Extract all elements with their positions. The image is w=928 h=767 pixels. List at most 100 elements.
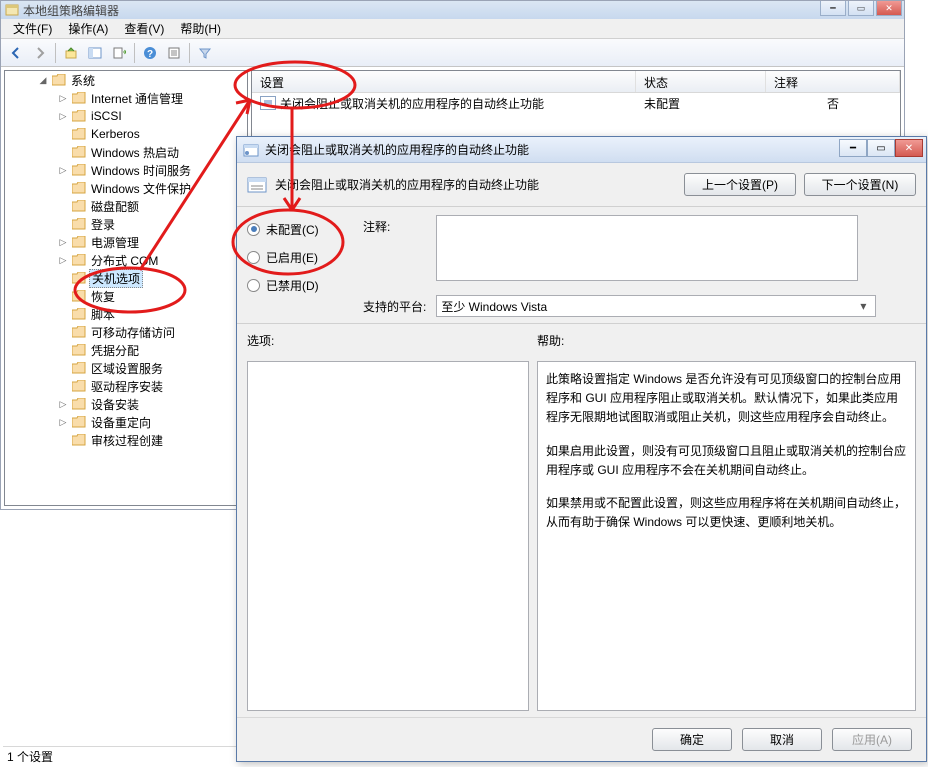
tree-node[interactable]: ▷分布式 COM	[5, 251, 247, 269]
ok-button[interactable]: 确定	[652, 728, 732, 751]
folder-icon	[52, 74, 66, 86]
tree-node[interactable]: ▷设备安装	[5, 395, 247, 413]
tree-node[interactable]: ▷Windows 时间服务	[5, 161, 247, 179]
tree-node[interactable]: 区域设置服务	[5, 359, 247, 377]
divider	[237, 323, 926, 324]
radio-disabled[interactable]: 已禁用(D)	[247, 271, 343, 299]
help-button[interactable]: ?	[139, 42, 161, 64]
expand-placeholder	[57, 308, 69, 320]
tree-node[interactable]: ▷电源管理	[5, 233, 247, 251]
tree-panel[interactable]: ◢ 系统 ▷Internet 通信管理▷iSCSIKerberosWindows…	[4, 70, 248, 506]
tree-node[interactable]: 脚本	[5, 305, 247, 323]
tree-node[interactable]: 恢复	[5, 287, 247, 305]
folder-icon	[72, 272, 86, 284]
next-setting-button[interactable]: 下一个设置(N)	[804, 173, 916, 196]
tree-node-system[interactable]: ◢ 系统	[5, 71, 247, 89]
tree-label: Windows 热启动	[89, 144, 181, 161]
folder-icon	[72, 182, 86, 194]
main-titlebar[interactable]: 本地组策略编辑器 ━ ▭ ✕	[1, 1, 904, 19]
dialog-window-controls: ━ ▭ ✕	[839, 139, 923, 157]
folder-icon	[72, 434, 86, 446]
tree-node[interactable]: ▷ Internet 通信管理	[5, 89, 247, 107]
tree-node[interactable]: 审核过程创建	[5, 431, 247, 449]
filter-button[interactable]	[194, 42, 216, 64]
tree-node[interactable]: 磁盘配额	[5, 197, 247, 215]
tree-label: 恢复	[89, 288, 117, 305]
expand-icon[interactable]: ▷	[57, 398, 69, 410]
expand-icon[interactable]: ▷	[57, 416, 69, 428]
dlg-minimize-button[interactable]: ━	[839, 139, 867, 157]
prev-setting-button[interactable]: 上一个设置(P)	[684, 173, 796, 196]
options-box[interactable]	[247, 361, 529, 711]
cancel-button[interactable]: 取消	[742, 728, 822, 751]
tree-node[interactable]: 凭据分配	[5, 341, 247, 359]
folder-icon	[72, 398, 86, 410]
help-box[interactable]: 此策略设置指定 Windows 是否允许没有可见顶级窗口的控制台应用程序和 GU…	[537, 361, 916, 711]
expand-icon[interactable]: ▷	[57, 254, 69, 266]
folder-icon	[72, 128, 86, 140]
tree-label: 关机选项	[89, 269, 143, 288]
show-hide-tree-button[interactable]	[84, 42, 106, 64]
expand-icon[interactable]: ▷	[57, 92, 69, 104]
tree-label: Internet 通信管理	[89, 90, 185, 107]
dialog-titlebar[interactable]: 关闭会阻止或取消关机的应用程序的自动终止功能 ━ ▭ ✕	[237, 137, 926, 163]
expand-placeholder	[57, 128, 69, 140]
dlg-close-button[interactable]: ✕	[895, 139, 923, 157]
toolbar-separator	[55, 43, 56, 63]
menu-help[interactable]: 帮助(H)	[172, 18, 229, 39]
minimize-button[interactable]: ━	[820, 1, 846, 16]
folder-icon	[72, 290, 86, 302]
apply-button[interactable]: 应用(A)	[832, 728, 912, 751]
tree-node[interactable]: Windows 热启动	[5, 143, 247, 161]
notes-textarea[interactable]	[436, 215, 858, 281]
tree-label: Windows 文件保护	[89, 180, 193, 197]
radio-icon	[247, 223, 260, 236]
export-button[interactable]	[108, 42, 130, 64]
maximize-button[interactable]: ▭	[848, 1, 874, 16]
folder-icon	[72, 416, 86, 428]
up-button[interactable]	[60, 42, 82, 64]
back-button[interactable]	[5, 42, 27, 64]
expand-placeholder	[57, 344, 69, 356]
tree-node[interactable]: Kerberos	[5, 125, 247, 143]
settings-row[interactable]: 关闭会阻止或取消关机的应用程序的自动终止功能 未配置 否	[252, 93, 900, 113]
tree-node[interactable]: ▷iSCSI	[5, 107, 247, 125]
forward-button[interactable]	[29, 42, 51, 64]
platform-combo[interactable]: 至少 Windows Vista ▾	[436, 295, 876, 317]
col-setting[interactable]: 设置	[252, 71, 636, 92]
close-button[interactable]: ✕	[876, 1, 902, 16]
menu-action[interactable]: 操作(A)	[60, 18, 116, 39]
main-window-controls: ━ ▭ ✕	[820, 1, 902, 16]
folder-icon	[72, 362, 86, 374]
expand-icon[interactable]: ▷	[57, 236, 69, 248]
app-icon	[5, 3, 19, 17]
svg-text:?: ?	[147, 49, 153, 60]
divider	[237, 206, 926, 207]
dlg-maximize-button[interactable]: ▭	[867, 139, 895, 157]
collapse-icon[interactable]: ◢	[37, 74, 49, 86]
expand-placeholder	[57, 380, 69, 392]
properties-button[interactable]	[163, 42, 185, 64]
status-text: 1 个设置	[7, 750, 53, 764]
tree-node[interactable]: 驱动程序安装	[5, 377, 247, 395]
dialog-body: 关闭会阻止或取消关机的应用程序的自动终止功能 上一个设置(P) 下一个设置(N)…	[237, 163, 926, 761]
radio-enabled[interactable]: 已启用(E)	[247, 243, 343, 271]
folder-icon	[72, 308, 86, 320]
tree-node[interactable]: ▷设备重定向	[5, 413, 247, 431]
expand-icon[interactable]: ▷	[57, 164, 69, 176]
tree-node[interactable]: 关机选项	[5, 269, 247, 287]
expand-placeholder	[57, 218, 69, 230]
radio-not-configured[interactable]: 未配置(C)	[247, 215, 343, 243]
tree-node[interactable]: 可移动存储访问	[5, 323, 247, 341]
menu-file[interactable]: 文件(F)	[5, 18, 60, 39]
radio-label: 未配置(C)	[266, 221, 319, 238]
setting-comment: 否	[766, 93, 900, 114]
tree-node[interactable]: Windows 文件保护	[5, 179, 247, 197]
folder-icon	[72, 110, 86, 122]
toolbar-separator	[134, 43, 135, 63]
expand-icon[interactable]: ▷	[57, 110, 69, 122]
menu-view[interactable]: 查看(V)	[116, 18, 172, 39]
col-comment[interactable]: 注释	[766, 71, 900, 92]
col-state[interactable]: 状态	[636, 71, 766, 92]
tree-node[interactable]: 登录	[5, 215, 247, 233]
